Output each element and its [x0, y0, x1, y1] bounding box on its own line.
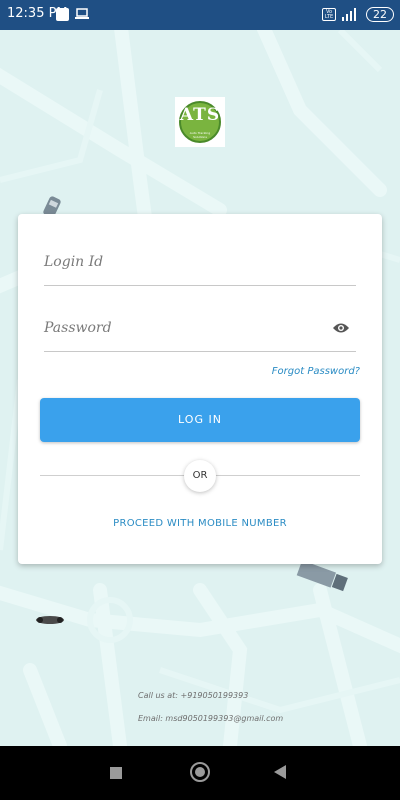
login-id-placeholder: Login Id — [44, 254, 104, 270]
recents-icon[interactable] — [110, 767, 122, 779]
login-button[interactable]: LOG IN — [40, 398, 360, 442]
app-logo: ATS Auto Tracking Solutions — [175, 97, 225, 147]
contact-email: Email: msd9050199393@gmail.com — [138, 714, 284, 723]
navigation-bar — [0, 746, 400, 800]
password-field[interactable]: Password — [44, 312, 356, 352]
status-bar: 12:35 PM Vo LTE 22 — [0, 0, 400, 30]
scooter-icon — [36, 616, 64, 624]
password-placeholder: Password — [44, 320, 112, 336]
proceed-mobile-link[interactable]: PROCEED WITH MOBILE NUMBER — [18, 518, 382, 529]
signal-icon — [342, 8, 356, 21]
laptop-icon — [75, 8, 89, 19]
forgot-password-link[interactable]: Forgot Password? — [272, 366, 360, 377]
or-badge: OR — [184, 460, 216, 492]
back-icon[interactable] — [274, 765, 286, 779]
logo-subtext: Auto Tracking Solutions — [189, 131, 211, 139]
login-id-field[interactable]: Login Id — [44, 246, 356, 286]
divider-left — [40, 475, 185, 476]
logo-text: ATS — [179, 105, 221, 125]
contact-phone: Call us at: +919050199393 — [138, 691, 249, 700]
battery-indicator: 22 — [366, 7, 394, 22]
volte-badge: Vo LTE — [322, 8, 336, 21]
home-icon[interactable] — [190, 762, 210, 782]
login-card: Login Id Password Forgot Password? LOG I… — [18, 214, 382, 564]
upload-icon — [56, 8, 69, 21]
divider-right — [215, 475, 360, 476]
eye-icon[interactable] — [332, 322, 350, 334]
